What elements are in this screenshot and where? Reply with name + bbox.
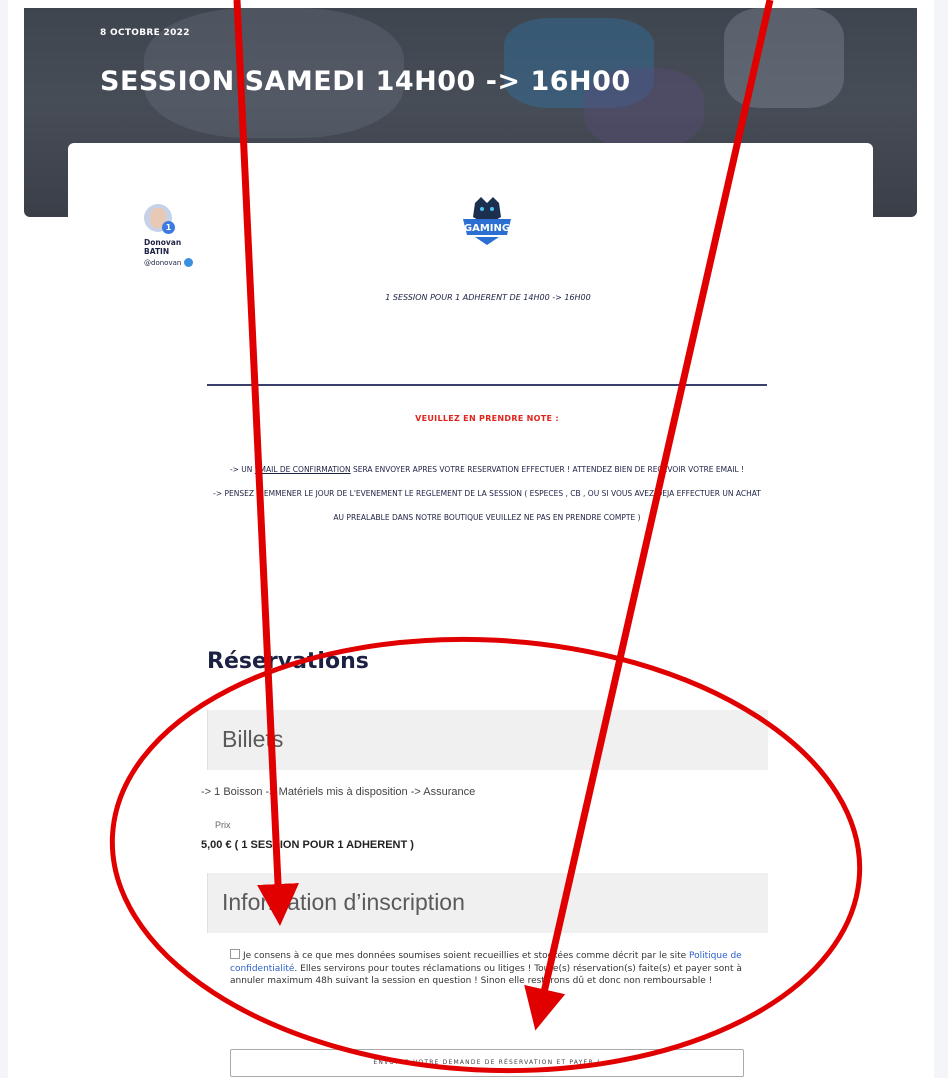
- event-notes: -> UN EMAIL DE CONFIRMATION SERA ENVOYER…: [207, 458, 767, 530]
- event-date: 8 OCTOBRE 2022: [100, 28, 190, 38]
- author-handle[interactable]: @donovan: [144, 258, 200, 267]
- note-2: -> PENSEZ A EMMENER LE JOUR DE L'EVENEME…: [213, 489, 761, 522]
- price-label: Prix: [215, 820, 231, 830]
- consent-checkbox[interactable]: [230, 949, 240, 959]
- divider: [207, 384, 767, 386]
- author-block[interactable]: 1 Donovan BATIN @donovan: [144, 204, 200, 267]
- gaming-logo: GAMING: [463, 197, 511, 245]
- consent-field: Je consens à ce que mes données soumises…: [230, 949, 742, 986]
- price-value: 5,00 € ( 1 SESSION POUR 1 ADHERENT ): [201, 839, 414, 851]
- logo-text: GAMING: [464, 223, 510, 234]
- registration-info-header: Information d’inscription: [207, 873, 768, 933]
- event-subtitle: 1 SESSION POUR 1 ADHERENT DE 14H00 -> 16…: [385, 293, 591, 302]
- event-title: SESSION SAMEDI 14H00 -> 16H00: [100, 66, 631, 97]
- author-name[interactable]: Donovan BATIN: [144, 238, 200, 256]
- ticket-description: -> 1 Boisson -> Matériels mis à disposit…: [201, 786, 476, 798]
- avatar[interactable]: 1: [144, 204, 175, 234]
- tickets-section-header: Billets: [207, 710, 768, 770]
- submit-reservation-button[interactable]: ENVOYER VOTRE DEMANDE DE RÉSERVATION ET …: [230, 1049, 744, 1077]
- note-heading: VEUILLEZ EN PRENDRE NOTE :: [415, 414, 559, 423]
- event-card: 1 Donovan BATIN @donovan GAMING 1 SESSIO…: [68, 143, 873, 1078]
- author-level-badge: 1: [162, 221, 175, 234]
- note-1: -> UN EMAIL DE CONFIRMATION SERA ENVOYER…: [229, 465, 745, 474]
- email-confirmation-text: EMAIL DE CONFIRMATION: [254, 465, 351, 474]
- reservations-title: Réservations: [207, 649, 369, 674]
- verified-icon: [184, 258, 194, 267]
